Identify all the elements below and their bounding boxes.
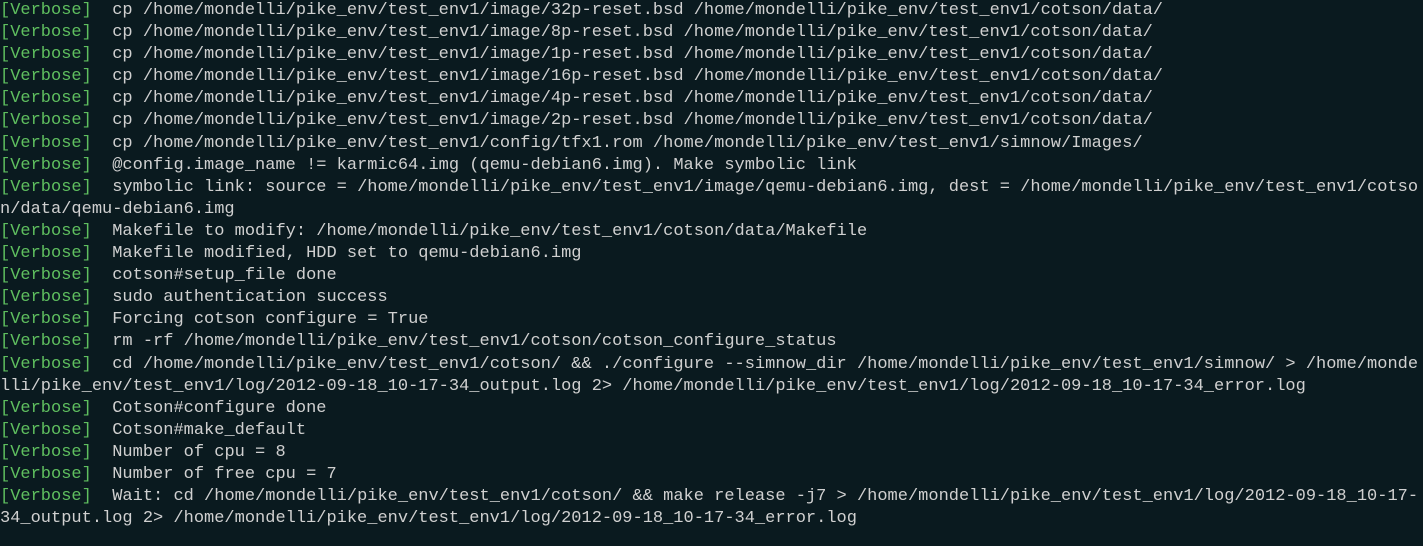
log-line: [Verbose] cp /home/mondelli/pike_env/tes… [0, 133, 1423, 155]
log-message: Wait: cd /home/mondelli/pike_env/test_en… [0, 487, 1418, 528]
terminal-output: [Verbose] cp /home/mondelli/pike_env/tes… [0, 0, 1423, 530]
log-line: [Verbose] cp /home/mondelli/pike_env/tes… [0, 66, 1423, 88]
log-level-tag: [Verbose] [0, 1, 92, 20]
log-level-tag: [Verbose] [0, 178, 92, 197]
log-level-tag: [Verbose] [0, 23, 92, 42]
log-level-tag: [Verbose] [0, 244, 92, 263]
log-message: cp /home/mondelli/pike_env/test_env1/ima… [92, 1, 1163, 20]
log-level-tag: [Verbose] [0, 67, 92, 86]
log-message: Forcing cotson configure = True [92, 310, 429, 329]
log-message: cp /home/mondelli/pike_env/test_env1/ima… [92, 67, 1163, 86]
log-line: [Verbose] cp /home/mondelli/pike_env/tes… [0, 44, 1423, 66]
log-message: cotson#setup_file done [92, 266, 337, 285]
log-message: cp /home/mondelli/pike_env/test_env1/con… [92, 134, 1143, 153]
log-level-tag: [Verbose] [0, 288, 92, 307]
log-level-tag: [Verbose] [0, 266, 92, 285]
log-line: [Verbose] Number of cpu = 8 [0, 442, 1423, 464]
log-line: [Verbose] symbolic link: source = /home/… [0, 177, 1423, 221]
log-line: [Verbose] Makefile to modify: /home/mond… [0, 221, 1423, 243]
log-level-tag: [Verbose] [0, 310, 92, 329]
log-message: Number of cpu = 8 [92, 443, 286, 462]
log-message: symbolic link: source = /home/mondelli/p… [0, 178, 1418, 219]
log-line: [Verbose] cd /home/mondelli/pike_env/tes… [0, 354, 1423, 398]
log-line: [Verbose] Forcing cotson configure = Tru… [0, 309, 1423, 331]
log-level-tag: [Verbose] [0, 355, 92, 374]
log-level-tag: [Verbose] [0, 45, 92, 64]
log-message: cp /home/mondelli/pike_env/test_env1/ima… [92, 23, 1153, 42]
log-level-tag: [Verbose] [0, 399, 92, 418]
log-message: rm -rf /home/mondelli/pike_env/test_env1… [92, 332, 837, 351]
log-message: cd /home/mondelli/pike_env/test_env1/cot… [0, 355, 1418, 396]
log-line: [Verbose] Makefile modified, HDD set to … [0, 243, 1423, 265]
log-message: sudo authentication success [92, 288, 388, 307]
log-level-tag: [Verbose] [0, 465, 92, 484]
log-line: [Verbose] cp /home/mondelli/pike_env/tes… [0, 0, 1423, 22]
log-message: Makefile modified, HDD set to qemu-debia… [92, 244, 582, 263]
log-line: [Verbose] @config.image_name != karmic64… [0, 155, 1423, 177]
log-level-tag: [Verbose] [0, 421, 92, 440]
log-message: Number of free cpu = 7 [92, 465, 337, 484]
log-line: [Verbose] cotson#setup_file done [0, 265, 1423, 287]
log-level-tag: [Verbose] [0, 332, 92, 351]
log-message: cp /home/mondelli/pike_env/test_env1/ima… [92, 111, 1153, 130]
log-line: [Verbose] cp /home/mondelli/pike_env/tes… [0, 88, 1423, 110]
log-level-tag: [Verbose] [0, 134, 92, 153]
log-message: @config.image_name != karmic64.img (qemu… [92, 156, 857, 175]
log-level-tag: [Verbose] [0, 156, 92, 175]
log-message: cp /home/mondelli/pike_env/test_env1/ima… [92, 45, 1153, 64]
log-line: [Verbose] sudo authentication success [0, 287, 1423, 309]
log-line: [Verbose] cp /home/mondelli/pike_env/tes… [0, 110, 1423, 132]
log-level-tag: [Verbose] [0, 111, 92, 130]
log-line: [Verbose] Cotson#make_default [0, 420, 1423, 442]
log-line: [Verbose] cp /home/mondelli/pike_env/tes… [0, 22, 1423, 44]
log-level-tag: [Verbose] [0, 222, 92, 241]
log-message: cp /home/mondelli/pike_env/test_env1/ima… [92, 89, 1153, 108]
log-level-tag: [Verbose] [0, 89, 92, 108]
log-line: [Verbose] Wait: cd /home/mondelli/pike_e… [0, 486, 1423, 530]
log-level-tag: [Verbose] [0, 487, 92, 506]
log-message: Cotson#make_default [92, 421, 306, 440]
log-message: Cotson#configure done [92, 399, 327, 418]
log-line: [Verbose] Number of free cpu = 7 [0, 464, 1423, 486]
log-line: [Verbose] rm -rf /home/mondelli/pike_env… [0, 331, 1423, 353]
log-level-tag: [Verbose] [0, 443, 92, 462]
log-message: Makefile to modify: /home/mondelli/pike_… [92, 222, 867, 241]
log-line: [Verbose] Cotson#configure done [0, 398, 1423, 420]
